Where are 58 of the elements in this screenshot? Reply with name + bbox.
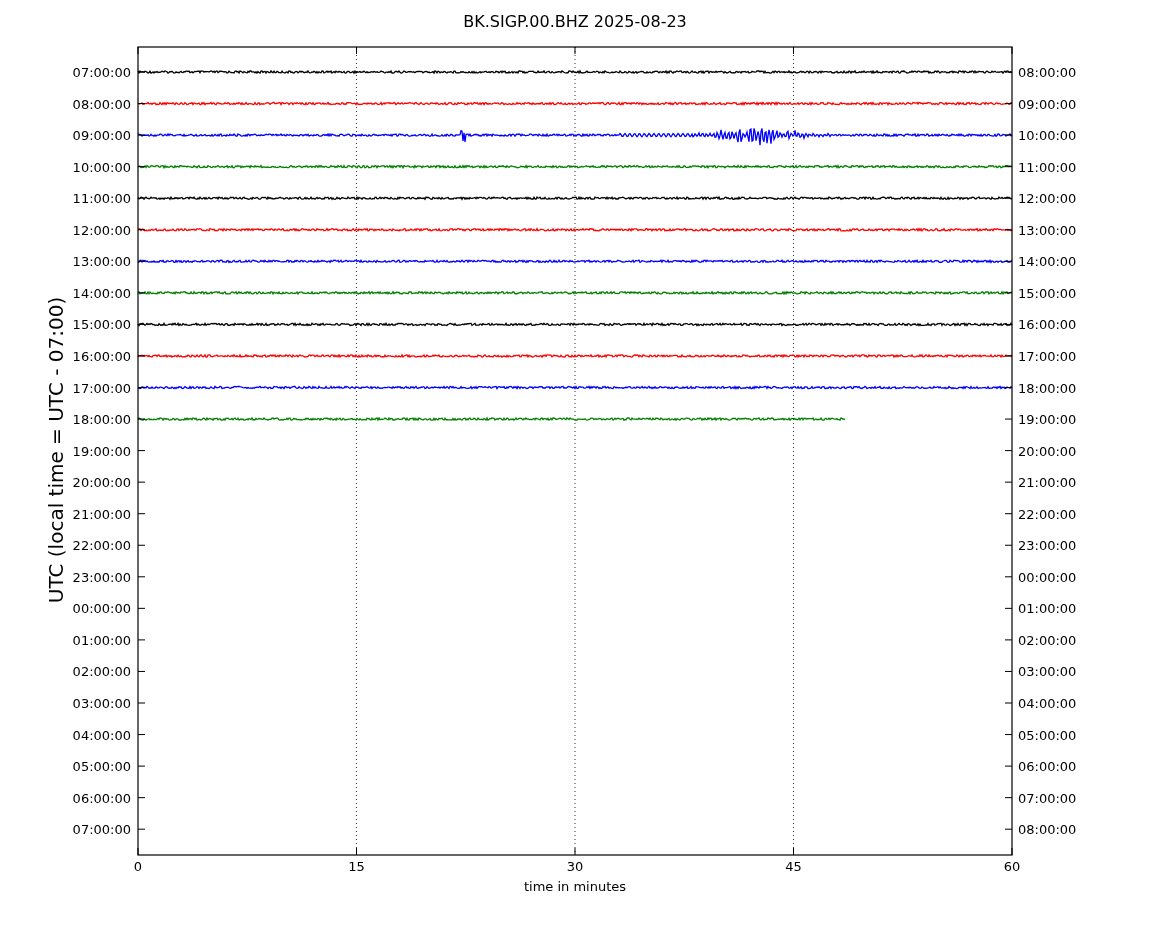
y-axis-label: UTC (local time = UTC - 07:00) [44,296,68,604]
y-tick-label: 01:00:00 [72,632,131,648]
y-tick-label: 07:00:00 [72,65,131,80]
y-tick-label: 10:00:00 [1018,128,1077,144]
y-tick-label: 06:00:00 [1018,759,1077,775]
y-tick-label: 05:00:00 [1018,727,1077,743]
y-tick-label: 22:00:00 [72,538,131,554]
y-tick-label: 11:00:00 [1018,159,1077,175]
x-tick-label: 30 [566,859,584,874]
y-tick-label: 18:00:00 [1018,380,1077,396]
y-tick-label: 00:00:00 [1018,569,1077,585]
y-tick-label: 07:00:00 [1018,790,1077,806]
y-tick-label: 08:00:00 [1018,65,1077,80]
y-tick-label: 08:00:00 [1018,822,1077,838]
y-tick-label: 07:00:00 [72,822,131,838]
y-tick-label: 04:00:00 [1018,696,1077,711]
y-tick-label: 12:00:00 [72,222,131,238]
y-tick-label: 18:00:00 [72,412,131,428]
y-tick-label: 20:00:00 [72,475,131,491]
y-tick-label: 15:00:00 [72,317,131,333]
x-tick-label: 15 [348,859,365,874]
y-tick-label: 08:00:00 [72,96,131,112]
y-tick-label: 05:00:00 [72,759,131,775]
y-tick-label: 11:00:00 [72,191,131,207]
y-tick-label: 20:00:00 [1018,443,1077,459]
y-tick-label: 16:00:00 [72,348,131,364]
chart-title: BK.SIGP.00.BHZ 2025-08-23 [463,12,687,31]
y-tick-label: 16:00:00 [1018,317,1077,333]
y-tick-label: 14:00:00 [72,285,131,301]
y-tick-label: 02:00:00 [72,664,131,680]
x-tick-label: 0 [133,859,143,874]
y-tick-label: 13:00:00 [1018,222,1077,238]
y-tick-label: 22:00:00 [1018,506,1077,522]
y-tick-label: 12:00:00 [1018,191,1077,207]
x-axis-label: time in minutes [523,879,627,894]
y-tick-label: 19:00:00 [72,443,131,459]
y-tick-label: 00:00:00 [72,601,131,617]
y-tick-label: 06:00:00 [72,790,131,806]
y-tick-label: 03:00:00 [1018,664,1077,680]
y-tick-label: 23:00:00 [72,569,131,585]
y-tick-label: 03:00:00 [72,696,131,711]
x-tick-label: 45 [785,859,802,874]
y-tick-label: 17:00:00 [72,380,131,396]
y-tick-label: 01:00:00 [1018,601,1077,617]
y-tick-label: 04:00:00 [72,727,131,743]
y-tick-label: 21:00:00 [1018,475,1077,491]
y-tick-label: 02:00:00 [1018,632,1077,648]
y-tick-label: 13:00:00 [72,254,131,270]
y-tick-label: 19:00:00 [1018,412,1077,428]
y-tick-label: 09:00:00 [1018,96,1077,112]
y-tick-label: 09:00:00 [72,128,131,144]
y-tick-label: 17:00:00 [1018,348,1077,364]
x-tick-label: 60 [1003,859,1021,874]
y-tick-label: 14:00:00 [1018,254,1077,270]
y-tick-label: 15:00:00 [1018,285,1077,301]
y-tick-label: 21:00:00 [72,506,131,522]
y-tick-label: 10:00:00 [72,159,131,175]
y-tick-label: 23:00:00 [1018,538,1077,554]
